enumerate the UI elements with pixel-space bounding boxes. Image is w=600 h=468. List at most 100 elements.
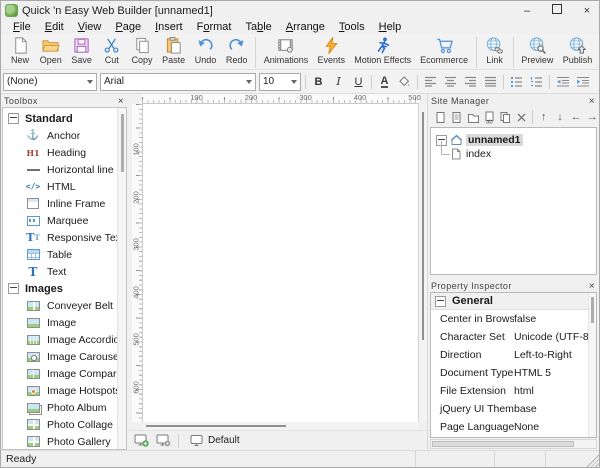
preview-button[interactable]: Preview [517, 36, 558, 65]
ecommerce-button[interactable]: Ecommerce [416, 36, 473, 65]
events-button[interactable]: Events [313, 36, 350, 65]
minimize-button[interactable]: – [521, 5, 533, 17]
animations-button[interactable]: Animations [259, 36, 313, 65]
collapse-icon[interactable] [8, 283, 19, 294]
menu-edit[interactable]: Edit [38, 21, 71, 33]
delete-page-button[interactable] [515, 110, 528, 124]
page-properties-button[interactable] [450, 110, 463, 124]
toolbox-item-image-hotspots[interactable]: Image Hotspots [3, 382, 126, 399]
menu-page[interactable]: Page [108, 21, 148, 33]
collapse-icon[interactable] [8, 113, 19, 124]
increase-indent-button[interactable] [574, 74, 591, 90]
redo-button[interactable]: Redo [221, 36, 252, 65]
menu-file[interactable]: File [6, 21, 38, 33]
highlight-color-button[interactable] [396, 74, 413, 90]
new-page-button[interactable] [434, 110, 447, 124]
property-inspector-close-icon[interactable]: × [589, 281, 595, 291]
toolbox-item-image-accordion[interactable]: Image Accordion [3, 331, 126, 348]
scrollbar-thumb[interactable] [121, 114, 124, 172]
bold-button[interactable]: B [310, 74, 327, 90]
toolbox-item-photo-collage[interactable]: Photo Collage [3, 416, 126, 433]
toolbox-close-icon[interactable]: × [118, 96, 124, 106]
bullet-list-button[interactable] [508, 74, 525, 90]
menu-help[interactable]: Help [372, 21, 409, 33]
font-size-combobox[interactable]: 10 [259, 72, 301, 91]
design-page[interactable] [143, 104, 419, 422]
toolbox-item-anchor[interactable]: Anchor [3, 127, 126, 144]
collapse-icon[interactable] [435, 295, 446, 307]
site-tree: unnamed1 index [430, 127, 597, 275]
resize-grip-icon[interactable] [586, 454, 599, 467]
align-center-button[interactable] [442, 74, 459, 90]
copy-button[interactable]: Copy [127, 36, 158, 65]
property-section-general[interactable]: General [431, 293, 596, 310]
toolbox-item-heading[interactable]: Heading [3, 144, 126, 161]
italic-button[interactable]: I [330, 74, 347, 90]
motion-effects-button[interactable]: Motion Effects [350, 36, 416, 65]
property-row-center-in-browser: Center in Browse false [440, 313, 537, 325]
canvas-horizontal-scrollbar[interactable] [142, 422, 419, 430]
toolbox-scrollbar[interactable] [117, 108, 126, 449]
toolbox-item-photo-gallery[interactable]: Photo Gallery [3, 433, 126, 449]
save-button[interactable]: Save [67, 36, 97, 65]
toolbox-item-table[interactable]: Table [3, 246, 126, 263]
toolbox-item-html[interactable]: HTML [3, 178, 126, 195]
move-right-button[interactable]: → [586, 110, 599, 124]
toolbox-item-inline-frame[interactable]: Inline Frame [3, 195, 126, 212]
scrollbar-thumb[interactable] [422, 112, 424, 340]
add-breakpoint-button[interactable] [133, 433, 151, 448]
rename-page-button[interactable]: ab [483, 110, 496, 124]
tree-node-root[interactable]: unnamed1 [431, 133, 596, 147]
scrollbar-thumb[interactable] [146, 425, 286, 427]
paste-button[interactable]: Paste [157, 36, 190, 65]
maximize-button[interactable] [551, 4, 563, 17]
toolbox-item-image-comparison[interactable]: Image Comparison [3, 365, 126, 382]
clone-page-button[interactable] [499, 110, 512, 124]
align-right-button[interactable] [462, 74, 479, 90]
breakpoint-tab-default[interactable]: Default [184, 434, 246, 447]
manage-breakpoints-button[interactable] [155, 433, 173, 448]
publish-button[interactable]: Publish [558, 36, 597, 65]
toolbox-item-text[interactable]: Text [3, 263, 126, 280]
move-up-button[interactable]: ↑ [537, 110, 550, 124]
underline-button[interactable]: U [350, 74, 367, 90]
move-left-button[interactable]: ← [570, 110, 583, 124]
close-button[interactable]: × [581, 5, 593, 17]
toolbox-item-responsive-text[interactable]: Responsive Text [3, 229, 126, 246]
open-button[interactable]: Open [35, 36, 67, 65]
menu-view[interactable]: View [71, 21, 109, 33]
menu-tools[interactable]: Tools [332, 21, 372, 33]
undo-button[interactable]: Undo [190, 36, 221, 65]
style-combobox[interactable]: (None) [3, 72, 97, 91]
toolbox-item-horizontal-line[interactable]: Horizontal line [3, 161, 126, 178]
toolbox-item-photo-album[interactable]: Photo Album [3, 399, 126, 416]
toolbox-section-images[interactable]: Images [3, 280, 126, 297]
decrease-indent-button[interactable] [554, 74, 571, 90]
menu-table[interactable]: Table [238, 21, 278, 33]
move-down-button[interactable]: ↓ [553, 110, 566, 124]
font-color-button[interactable]: A [376, 74, 393, 90]
cut-button[interactable]: Cut [97, 36, 127, 65]
scrollbar-thumb[interactable] [591, 297, 594, 323]
font-combobox[interactable]: Arial [100, 72, 256, 91]
toolbox-item-conveyer-belt[interactable]: Conveyer Belt [3, 297, 126, 314]
toolbox-item-marquee[interactable]: Marquee [3, 212, 126, 229]
new-button[interactable]: New [5, 36, 35, 65]
property-grid-scrollbar[interactable] [588, 293, 596, 437]
menu-insert[interactable]: Insert [148, 21, 190, 33]
site-manager-close-icon[interactable]: × [589, 96, 595, 106]
tree-node-index[interactable]: index [431, 141, 596, 161]
scrollbar-thumb[interactable] [432, 441, 574, 447]
align-left-button[interactable] [422, 74, 439, 90]
new-folder-button[interactable] [466, 110, 479, 124]
toolbox-item-image-carousel[interactable]: Image Carousel [3, 348, 126, 365]
link-button[interactable]: Link [480, 36, 510, 65]
toolbox-item-image[interactable]: Image [3, 314, 126, 331]
align-justify-button[interactable] [482, 74, 499, 90]
numbered-list-button[interactable] [528, 74, 545, 90]
canvas-vertical-scrollbar[interactable] [419, 104, 427, 422]
property-grid-horizontal-scrollbar[interactable] [430, 439, 597, 449]
menu-format[interactable]: Format [190, 21, 239, 33]
toolbox-section-standard[interactable]: Standard [3, 110, 126, 127]
menu-arrange[interactable]: Arrange [279, 21, 332, 33]
